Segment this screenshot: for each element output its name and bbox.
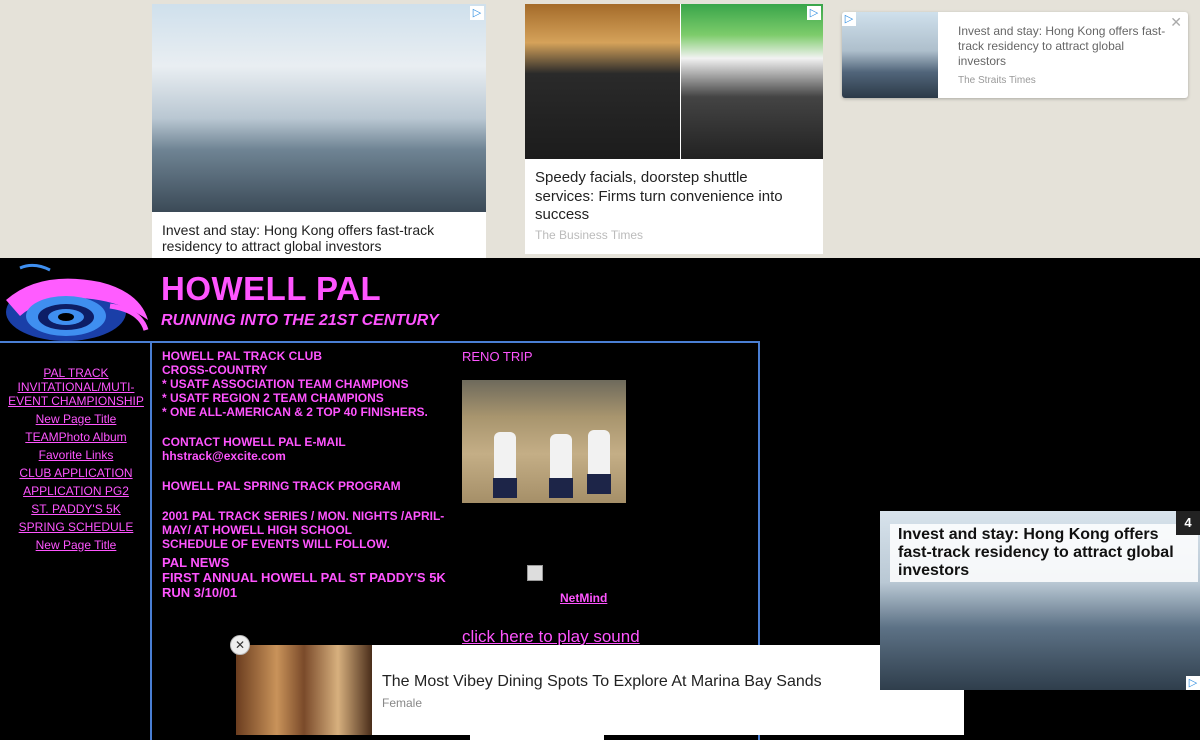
ad-caption: Invest and stay: Hong Kong offers fast-t… bbox=[890, 524, 1198, 582]
ad-image-skyline bbox=[152, 4, 486, 212]
close-icon[interactable]: ✕ bbox=[1170, 14, 1182, 31]
ad-caption: Invest and stay: Hong Kong offers fast-t… bbox=[162, 222, 435, 254]
runner-figure bbox=[550, 434, 572, 484]
top-ad-strip: Invest and stay: Hong Kong offers fast-t… bbox=[0, 0, 1200, 258]
club-info: HOWELL PAL TRACK CLUB CROSS-COUNTRY * US… bbox=[162, 349, 452, 419]
club-line: CROSS-COUNTRY bbox=[162, 363, 268, 377]
content-box-edge bbox=[470, 735, 604, 740]
club-heading: HOWELL PAL TRACK CLUB bbox=[162, 349, 322, 363]
ad-image-award bbox=[525, 4, 680, 159]
site-title: HOWELL PAL bbox=[161, 270, 382, 307]
track-series: 2001 PAL TRACK SERIES / MON. NIGHTS /APR… bbox=[162, 509, 452, 551]
ad-image-team bbox=[681, 4, 823, 159]
spring-program-heading: HOWELL PAL SPRING TRACK PROGRAM bbox=[162, 479, 401, 493]
ad-source: The Straits Times bbox=[958, 75, 1036, 86]
nav-link-favorite-links[interactable]: Favorite Links bbox=[4, 448, 148, 462]
ad-caption: Speedy facials, doorstep shuttle service… bbox=[535, 169, 783, 223]
swirl-logo bbox=[6, 263, 149, 341]
contact-heading: CONTACT HOWELL PAL E-MAIL bbox=[162, 435, 346, 449]
runner-shorts bbox=[587, 474, 611, 494]
sidebar-nav: PAL TRACK INVITATIONAL/MUTI-EVENT CHAMPI… bbox=[4, 366, 148, 556]
nav-link-spring-schedule[interactable]: SPRING SCHEDULE bbox=[4, 520, 148, 534]
pal-news: PAL NEWS FIRST ANNUAL HOWELL PAL ST PADD… bbox=[162, 555, 452, 600]
ad-hong-kong-residency[interactable]: Invest and stay: Hong Kong offers fast-t… bbox=[152, 4, 486, 258]
nav-link-club-application[interactable]: CLUB APPLICATION bbox=[4, 466, 148, 480]
ad-side-hong-kong[interactable]: Invest and stay: Hong Kong offers fast-t… bbox=[880, 511, 1200, 690]
contact-email: hhstrack@excite.com bbox=[162, 449, 286, 463]
ad-speedy-facials[interactable]: Speedy facials, doorstep shuttle service… bbox=[525, 4, 823, 254]
club-line: * USATF REGION 2 TEAM CHAMPIONS bbox=[162, 391, 384, 405]
netmind-link[interactable]: NetMind bbox=[560, 591, 607, 605]
series-text: SCHEDULE OF EVENTS WILL FOLLOW. bbox=[162, 537, 390, 551]
ad-caption: Invest and stay: Hong Kong offers fast-t… bbox=[958, 24, 1166, 68]
broken-image-icon bbox=[527, 565, 543, 581]
adchoices-icon[interactable]: ▷ bbox=[470, 6, 484, 20]
nav-link-new-page-title-2[interactable]: New Page Title bbox=[4, 538, 148, 552]
ad-image-skyline bbox=[842, 12, 938, 98]
frame-divider bbox=[0, 341, 760, 343]
club-line: * ONE ALL-AMERICAN & 2 TOP 40 FINISHERS. bbox=[162, 405, 428, 419]
play-sound-link[interactable]: click here to play sound bbox=[462, 627, 640, 647]
runner-figure bbox=[588, 430, 610, 480]
ad-source: The Business Times bbox=[535, 228, 644, 242]
reno-trip-photo bbox=[462, 380, 626, 503]
nav-link-application-pg2[interactable]: APPLICATION PG2 bbox=[4, 484, 148, 498]
news-item: FIRST ANNUAL HOWELL PAL ST PADDY'S 5K RU… bbox=[162, 570, 446, 600]
nav-link-st-paddys-5k[interactable]: ST. PADDY'S 5K bbox=[4, 502, 148, 516]
news-heading: PAL NEWS bbox=[162, 555, 230, 570]
runner-figure bbox=[494, 432, 516, 482]
ad-caption: The Most Vibey Dining Spots To Explore A… bbox=[382, 673, 822, 690]
ad-source: Female bbox=[382, 696, 423, 710]
runner-shorts bbox=[493, 478, 517, 498]
adchoices-icon[interactable]: ▷ bbox=[807, 6, 821, 20]
close-icon[interactable]: ✕ bbox=[230, 635, 250, 655]
club-line: * USATF ASSOCIATION TEAM CHAMPIONS bbox=[162, 377, 409, 391]
nav-link-invitational[interactable]: PAL TRACK INVITATIONAL/MUTI-EVENT CHAMPI… bbox=[4, 366, 148, 408]
contact-info: CONTACT HOWELL PAL E-MAIL hhstrack@excit… bbox=[162, 435, 452, 463]
frame-divider bbox=[150, 343, 152, 740]
ad-marina-bay-sands[interactable]: The Most Vibey Dining Spots To Explore A… bbox=[236, 645, 964, 735]
ad-count-badge: 4 bbox=[1176, 511, 1200, 535]
reno-trip-heading: RENO TRIP bbox=[462, 349, 533, 364]
nav-link-new-page-title[interactable]: New Page Title bbox=[4, 412, 148, 426]
ad-straits-times[interactable]: ▷ Invest and stay: Hong Kong offers fast… bbox=[842, 12, 1188, 98]
adchoices-icon[interactable]: ▷ bbox=[842, 12, 856, 26]
site-subtitle: RUNNING INTO THE 21ST CENTURY bbox=[161, 312, 439, 329]
main-text-column: HOWELL PAL TRACK CLUB CROSS-COUNTRY * US… bbox=[162, 349, 452, 600]
ad-image-dining bbox=[236, 645, 372, 735]
series-text: 2001 PAL TRACK SERIES / MON. NIGHTS /APR… bbox=[162, 509, 445, 537]
reno-trip-section: RENO TRIP bbox=[462, 349, 533, 364]
nav-link-team-photo-album[interactable]: TEAMPhoto Album bbox=[4, 430, 148, 444]
runner-shorts bbox=[549, 478, 573, 498]
adchoices-icon[interactable]: ▷ bbox=[1186, 676, 1200, 690]
